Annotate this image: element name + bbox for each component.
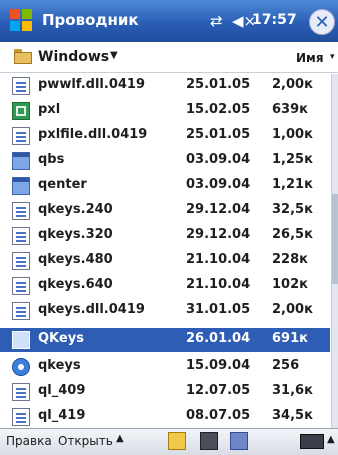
file-list: pwwlf.dll.0419 25.01.05 2,00к pxl 15.02.… bbox=[0, 74, 338, 428]
file-date: 15.09.04 bbox=[186, 358, 251, 373]
document-icon bbox=[12, 252, 30, 270]
list-item[interactable]: pxlfile.dll.0419 25.01.05 1,00к bbox=[0, 124, 330, 148]
folder-icon[interactable] bbox=[14, 49, 32, 64]
list-item[interactable]: qkeys 15.09.04 256 bbox=[0, 355, 330, 379]
file-size: 2,00к bbox=[272, 77, 313, 92]
file-size: 26,5к bbox=[272, 227, 313, 242]
list-item[interactable]: qkeys.640 21.10.04 102к bbox=[0, 274, 330, 298]
file-size: 34,5к bbox=[272, 408, 313, 423]
menu-bar: Правка Открыть ▲ ▲ bbox=[0, 428, 338, 455]
file-date: 12.07.05 bbox=[186, 383, 251, 398]
file-name: qenter bbox=[38, 177, 87, 192]
close-button[interactable]: ✕ bbox=[309, 9, 335, 35]
menu-up-arrow-icon[interactable]: ▲ bbox=[116, 433, 124, 444]
file-date: 29.12.04 bbox=[186, 202, 251, 217]
file-size: 691к bbox=[272, 331, 308, 346]
file-date: 29.12.04 bbox=[186, 227, 251, 242]
help-icon bbox=[12, 358, 30, 376]
file-date: 25.01.05 bbox=[186, 77, 251, 92]
file-size: 1,25к bbox=[272, 152, 313, 167]
input-arrow-icon[interactable]: ▲ bbox=[327, 434, 335, 445]
document-icon bbox=[12, 202, 30, 220]
application-icon bbox=[12, 331, 30, 349]
file-size: 228к bbox=[272, 252, 308, 267]
file-date: 31.01.05 bbox=[186, 302, 251, 317]
windows-flag-icon[interactable] bbox=[10, 9, 34, 33]
document-icon bbox=[12, 227, 30, 245]
explorer-screen: Проводник ⇄ ◀× 17:57 ✕ Windows ▼ Имя ▾ p… bbox=[0, 0, 338, 455]
scrollbar-thumb[interactable] bbox=[332, 194, 338, 284]
chevron-down-icon[interactable]: ▼ bbox=[110, 50, 118, 61]
file-size: 2,00к bbox=[272, 302, 313, 317]
list-item-selected[interactable]: QKeys 26.01.04 691к bbox=[0, 328, 330, 352]
file-name: QKeys bbox=[38, 331, 84, 346]
app-title: Проводник bbox=[42, 11, 139, 29]
file-name: qkeys.640 bbox=[38, 277, 113, 292]
file-date: 26.01.04 bbox=[186, 331, 251, 346]
file-size: 256 bbox=[272, 358, 300, 373]
list-item[interactable]: qkeys.320 29.12.04 26,5к bbox=[0, 224, 330, 248]
application-icon bbox=[12, 177, 30, 195]
list-item[interactable]: qkeys.480 21.10.04 228к bbox=[0, 249, 330, 273]
list-item[interactable]: qkeys.240 29.12.04 32,5к bbox=[0, 199, 330, 223]
file-size: 639к bbox=[272, 102, 308, 117]
file-name: pxlfile.dll.0419 bbox=[38, 127, 148, 142]
file-date: 08.07.05 bbox=[186, 408, 251, 423]
document-icon bbox=[12, 302, 30, 320]
file-name: qkeys.dll.0419 bbox=[38, 302, 145, 317]
file-date: 21.10.04 bbox=[186, 252, 251, 267]
file-size: 1,00к bbox=[272, 127, 313, 142]
paste-icon[interactable] bbox=[200, 432, 218, 450]
title-bar: Проводник ⇄ ◀× 17:57 ✕ bbox=[0, 0, 338, 42]
document-icon bbox=[12, 127, 30, 145]
copy-icon[interactable] bbox=[168, 432, 186, 450]
file-size: 102к bbox=[272, 277, 308, 292]
list-item[interactable]: pxl 15.02.05 639к bbox=[0, 99, 330, 123]
list-item[interactable]: ql_409 12.07.05 31,6к bbox=[0, 380, 330, 404]
list-item[interactable]: qbs 03.09.04 1,25к bbox=[0, 149, 330, 173]
list-item[interactable]: qenter 03.09.04 1,21к bbox=[0, 174, 330, 198]
clock[interactable]: 17:57 bbox=[252, 12, 297, 28]
document-icon bbox=[12, 383, 30, 401]
file-date: 25.01.05 bbox=[186, 127, 251, 142]
file-name: qkeys.480 bbox=[38, 252, 113, 267]
file-name: qbs bbox=[38, 152, 65, 167]
file-date: 03.09.04 bbox=[186, 177, 251, 192]
file-size: 32,5к bbox=[272, 202, 313, 217]
file-name: qkeys.240 bbox=[38, 202, 113, 217]
file-name: qkeys bbox=[38, 358, 81, 373]
file-name: qkeys.320 bbox=[38, 227, 113, 242]
file-size: 1,21к bbox=[272, 177, 313, 192]
vertical-scrollbar[interactable] bbox=[331, 74, 338, 428]
folder-dropdown[interactable]: Windows bbox=[38, 49, 109, 65]
list-item[interactable]: ql_419 08.07.05 34,5к bbox=[0, 405, 330, 428]
sort-chevron-icon[interactable]: ▾ bbox=[330, 52, 335, 62]
file-size: 31,6к bbox=[272, 383, 313, 398]
file-name: ql_409 bbox=[38, 383, 86, 398]
file-date: 21.10.04 bbox=[186, 277, 251, 292]
sort-dropdown[interactable]: Имя bbox=[296, 51, 324, 65]
file-name: pwwlf.dll.0419 bbox=[38, 77, 146, 92]
document-icon bbox=[12, 77, 30, 95]
spreadsheet-icon bbox=[12, 102, 30, 120]
properties-icon[interactable] bbox=[230, 432, 248, 450]
open-menu[interactable]: Открыть bbox=[58, 434, 113, 448]
file-date: 15.02.05 bbox=[186, 102, 251, 117]
document-icon bbox=[12, 408, 30, 426]
edit-menu[interactable]: Правка bbox=[6, 434, 52, 448]
list-item[interactable]: pwwlf.dll.0419 25.01.05 2,00к bbox=[0, 74, 330, 98]
list-item[interactable]: qkeys.dll.0419 31.01.05 2,00к bbox=[0, 299, 330, 323]
file-date: 03.09.04 bbox=[186, 152, 251, 167]
keyboard-icon[interactable] bbox=[300, 434, 324, 449]
application-icon bbox=[12, 152, 30, 170]
file-name: pxl bbox=[38, 102, 61, 117]
file-name: ql_419 bbox=[38, 408, 86, 423]
document-icon bbox=[12, 277, 30, 295]
connectivity-icon[interactable]: ⇄ bbox=[210, 12, 223, 30]
